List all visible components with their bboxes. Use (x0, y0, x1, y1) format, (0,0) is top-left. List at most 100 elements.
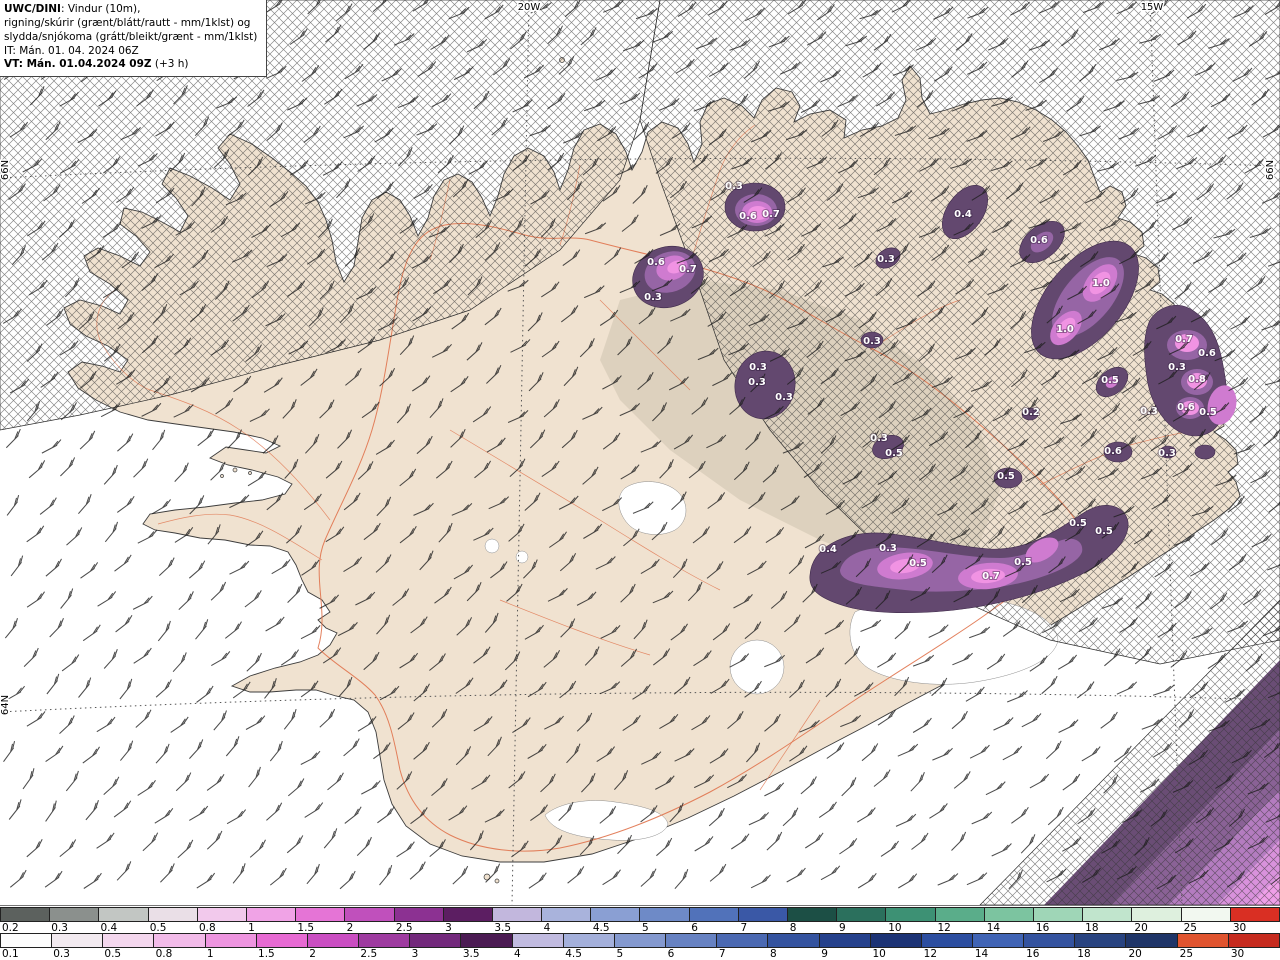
precip-value-label: 0.5 (997, 471, 1015, 482)
legend-label: 0.4 (100, 922, 118, 934)
legend-label: 3 (445, 922, 452, 934)
parallel-label-66n-left: 66N (0, 160, 11, 180)
meridian-label-20w: 20W (518, 2, 541, 13)
legend-label: 0.5 (104, 948, 122, 960)
legend-cell (1125, 934, 1177, 947)
legend-label: 0.1 (2, 948, 19, 960)
island-breidafjordur-2 (248, 471, 252, 475)
legend-row-snow: 0.1 0.3 0.5 0.8 1 1.5 2 2.5 3 3.5 4 4.5 5 6 7 8 9 10 12 14 1… (0, 933, 1280, 960)
precip-value-label: 0.5 (1014, 557, 1032, 568)
legend-label: 2 (309, 948, 316, 960)
legend-label: 2.5 (395, 922, 413, 934)
island-breidafjordur-3 (220, 474, 224, 478)
precip-value-label: 0.5 (885, 448, 903, 459)
legend-label: 6 (667, 948, 675, 960)
legend-cell (344, 908, 394, 921)
legend-label: 10 (872, 948, 886, 960)
valid-time-offset: (+3 h) (151, 58, 189, 71)
precip-value-label: 0.6 (647, 257, 665, 268)
legend-cell (153, 934, 205, 947)
legend-label: 3.5 (462, 948, 480, 960)
precip-value-label: 0.7 (982, 571, 1000, 582)
precip-value-label: 0.3 (775, 392, 793, 403)
precip-value-label: 0.5 (1069, 518, 1087, 529)
info-line-1: UWC/DINI: Vindur (10m), (4, 3, 257, 17)
legend-label: 9 (838, 922, 846, 934)
precip-value-label: 0.2 (1022, 407, 1040, 418)
precip-value-label: 0.5 (1095, 526, 1113, 537)
valid-time: VT: Mán. 01.04.2024 09Z (4, 58, 152, 71)
precip-value-label: 1.0 (1092, 278, 1110, 289)
legend-cell (920, 934, 972, 947)
legend-cell (0, 934, 52, 947)
precip-value-label: 0.5 (909, 558, 927, 569)
legend-labels: 0.2 0.3 0.4 0.5 0.8 1 1.5 2 2.5 3 3.5 4 4.5 5 6 7 8 9 10 12… (0, 922, 1280, 934)
legend-label: 7 (718, 948, 726, 960)
legend-cell (818, 934, 870, 947)
precip-value-label: 0.7 (1175, 334, 1193, 345)
precip-value-label: 0.4 (954, 209, 972, 220)
legend-color-strip (0, 907, 1280, 922)
legend-cell (665, 934, 717, 947)
precip-value-label: 0.6 (1198, 348, 1216, 359)
legend-cell (1180, 908, 1230, 921)
legend-label: 4 (514, 948, 521, 960)
legend-label: 25 (1179, 948, 1194, 960)
legend-cell (541, 908, 591, 921)
legend-cell (295, 908, 345, 921)
precip-legend: 0.2 0.3 0.4 0.5 0.8 1 1.5 2 2.5 3 3.5 4 4.5 5 6 7 8 9 10 12… (0, 905, 1280, 960)
precip-value-label: 0.3 (863, 336, 881, 347)
legend-cell (639, 908, 689, 921)
precip-value-label: 0.3 (870, 433, 888, 444)
legend-cell (869, 934, 921, 947)
legend-label: 4 (543, 922, 551, 934)
legend-cell (716, 934, 768, 947)
info-line-5: VT: Mán. 01.04.2024 09Z (+3 h) (4, 58, 257, 72)
legend-cell (562, 934, 614, 947)
legend-cell (358, 934, 410, 947)
legend-cell (590, 908, 640, 921)
precip-value-label: 0.3 (879, 543, 897, 554)
info-box: UWC/DINI: Vindur (10m), rigning/skúrir (… (0, 0, 268, 78)
legend-label: 0.5 (149, 922, 167, 934)
legend-cell (255, 934, 307, 947)
legend-labels: 0.1 0.3 0.5 0.8 1 1.5 2 2.5 3 3.5 4 4.5 5 6 7 8 9 10 12 14 1… (0, 948, 1280, 960)
legend-label: 1.5 (297, 922, 315, 934)
legend-label: 10 (888, 922, 902, 934)
legend-cell (688, 908, 738, 921)
legend-label: 16 (1026, 948, 1040, 960)
legend-cell (409, 934, 461, 947)
legend-label: 0.3 (53, 948, 70, 960)
legend-cell (511, 934, 563, 947)
legend-cell (204, 934, 256, 947)
legend-label: 1 (248, 922, 255, 934)
legend-cell (306, 934, 359, 947)
legend-cell (787, 908, 837, 921)
legend-cell (147, 908, 197, 921)
legend-cell (98, 908, 148, 921)
legend-cell (934, 908, 984, 921)
precip-value-label: 0.3 (1168, 362, 1186, 373)
product-desc: : Vindur (10m), (60, 3, 141, 15)
legend-cell (102, 934, 154, 947)
legend-cell (393, 908, 443, 921)
legend-cell (1229, 908, 1280, 921)
glacier-small-1 (484, 538, 500, 554)
legend-label: 18 (1085, 922, 1099, 934)
legend-cell (737, 908, 787, 921)
legend-label: 6 (691, 922, 698, 934)
legend-label: 14 (974, 948, 989, 960)
legend-label: 2.5 (360, 948, 378, 960)
meridian-label-15w: 15W (1141, 2, 1164, 13)
legend-label: 3.5 (494, 922, 512, 934)
legend-cell (460, 934, 512, 947)
legend-cell (245, 908, 296, 921)
legend-label: 2 (346, 922, 354, 934)
legend-label: 0.2 (2, 922, 19, 934)
legend-label: 0.8 (155, 948, 173, 960)
legend-label: 0.8 (198, 922, 216, 934)
legend-label: 5 (642, 922, 649, 934)
precip-value-label: 0.6 (1177, 402, 1195, 413)
precip-value-label: 0.3 (644, 292, 662, 303)
legend-cell (613, 934, 666, 947)
